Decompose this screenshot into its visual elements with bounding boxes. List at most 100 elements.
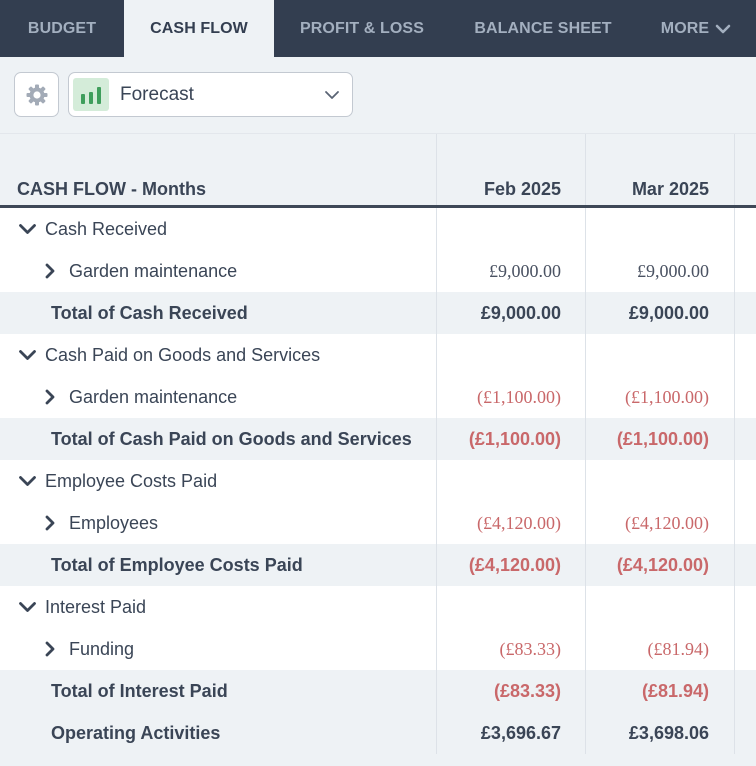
cell-feb-2025 [437, 586, 586, 628]
row-label: Cash Paid on Goods and Services [45, 344, 321, 365]
chevron-down-icon[interactable] [18, 474, 37, 488]
cell-mar-2025 [586, 334, 735, 376]
chevron-down-icon[interactable] [18, 222, 37, 236]
cell-overflow [735, 544, 756, 586]
cash-flow-table: CASH FLOW - Months Feb 2025 Mar 2025 Cas… [0, 133, 756, 754]
column-header-feb-2025: Feb 2025 [437, 134, 586, 205]
cell-overflow [735, 250, 756, 292]
chevron-down-icon[interactable] [18, 600, 37, 614]
section-row[interactable]: Cash Paid on Goods and Services [0, 334, 756, 376]
row-label: Interest Paid [45, 596, 147, 617]
cell-mar-2025: (£81.94) [586, 670, 735, 712]
tab-balance-sheet[interactable]: BALANCE SHEET [450, 0, 636, 57]
cell-mar-2025: £9,000.00 [586, 250, 735, 292]
row-label: Funding [69, 638, 135, 659]
cell-overflow [735, 208, 756, 250]
row-label-cell: Cash Paid on Goods and Services [0, 334, 437, 376]
cell-feb-2025: (£83.33) [437, 628, 586, 670]
section-row[interactable]: Interest Paid [0, 586, 756, 628]
cell-mar-2025: (£4,120.00) [586, 544, 735, 586]
header-label: CASH FLOW - Months [0, 134, 437, 205]
section-row[interactable]: Cash Received [0, 208, 756, 250]
gear-icon [26, 84, 47, 105]
report-tabs: BUDGET CASH FLOW PROFIT & LOSS BALANCE S… [0, 0, 756, 57]
cell-feb-2025: (£1,100.00) [437, 376, 586, 418]
row-label-cell: Garden maintenance [0, 250, 437, 292]
chevron-down-icon [715, 24, 731, 33]
row-label-cell: Total of Cash Received [0, 292, 437, 334]
tab-cash-flow[interactable]: CASH FLOW [124, 0, 274, 57]
cell-overflow [735, 460, 756, 502]
total-row: Total of Interest Paid (£83.33) (£81.94) [0, 670, 756, 712]
cell-overflow [735, 418, 756, 460]
row-label-cell: Total of Employee Costs Paid [0, 544, 437, 586]
cell-mar-2025 [586, 586, 735, 628]
tab-more-label: MORE [660, 19, 710, 37]
column-header-mar-2025: Mar 2025 [586, 134, 735, 205]
row-label: Total of Cash Paid on Goods and Services [51, 428, 412, 449]
cell-feb-2025 [437, 460, 586, 502]
bar-chart-icon [73, 78, 109, 111]
total-row: Total of Cash Paid on Goods and Services… [0, 418, 756, 460]
cell-mar-2025: (£81.94) [586, 628, 735, 670]
cell-feb-2025 [437, 334, 586, 376]
table-header: CASH FLOW - Months Feb 2025 Mar 2025 [0, 133, 756, 208]
tab-more[interactable]: MORE [636, 0, 756, 57]
chevron-right-icon[interactable] [44, 515, 56, 531]
table-row[interactable]: Funding (£83.33) (£81.94) [0, 628, 756, 670]
cell-feb-2025: £3,696.67 [437, 712, 586, 754]
tab-profit-loss-label: PROFIT & LOSS [300, 19, 424, 37]
cell-overflow [735, 292, 756, 334]
table-row[interactable]: Employees (£4,120.00) (£4,120.00) [0, 502, 756, 544]
cell-overflow [735, 502, 756, 544]
cell-feb-2025: £9,000.00 [437, 250, 586, 292]
row-label-cell: Garden maintenance [0, 376, 437, 418]
chevron-right-icon[interactable] [44, 641, 56, 657]
table-body: Cash Received Garden maintenance £9,000.00… [0, 208, 756, 754]
cell-mar-2025 [586, 460, 735, 502]
cell-mar-2025: £9,000.00 [586, 292, 735, 334]
cell-mar-2025: (£1,100.00) [586, 418, 735, 460]
settings-button[interactable] [14, 72, 59, 117]
chevron-down-icon [325, 90, 339, 99]
scenario-select[interactable]: Forecast [68, 72, 353, 117]
row-label: Total of Cash Received [51, 302, 248, 323]
cell-overflow [735, 670, 756, 712]
row-label-cell: Operating Activities [0, 712, 437, 754]
cell-mar-2025 [586, 208, 735, 250]
row-label-cell: Employee Costs Paid [0, 460, 437, 502]
row-label-cell: Employees [0, 502, 437, 544]
cell-overflow [735, 586, 756, 628]
row-label: Operating Activities [51, 722, 221, 743]
toolbar: Forecast [0, 57, 756, 133]
row-label-cell: Total of Interest Paid [0, 670, 437, 712]
row-label: Cash Received [45, 218, 168, 239]
cell-mar-2025: £3,698.06 [586, 712, 735, 754]
row-label-cell: Total of Cash Paid on Goods and Services [0, 418, 437, 460]
chevron-right-icon[interactable] [44, 389, 56, 405]
chevron-down-icon[interactable] [18, 348, 37, 362]
cell-overflow [735, 712, 756, 754]
table-row[interactable]: Garden maintenance £9,000.00 £9,000.00 [0, 250, 756, 292]
row-label-cell: Funding [0, 628, 437, 670]
row-label: Total of Employee Costs Paid [51, 554, 303, 575]
row-label-cell: Interest Paid [0, 586, 437, 628]
tab-profit-loss[interactable]: PROFIT & LOSS [274, 0, 450, 57]
total-row: Operating Activities £3,696.67 £3,698.06 [0, 712, 756, 754]
row-label: Employee Costs Paid [45, 470, 218, 491]
tab-budget-label: BUDGET [27, 19, 97, 37]
chevron-right-icon[interactable] [44, 263, 56, 279]
total-row: Total of Employee Costs Paid (£4,120.00)(… [0, 544, 756, 586]
row-label-cell: Cash Received [0, 208, 437, 250]
tab-balance-sheet-label: BALANCE SHEET [474, 19, 612, 37]
tab-budget[interactable]: BUDGET [0, 0, 124, 57]
row-label: Total of Interest Paid [51, 680, 228, 701]
section-row[interactable]: Employee Costs Paid [0, 460, 756, 502]
cell-feb-2025: (£4,120.00) [437, 544, 586, 586]
cell-feb-2025: (£1,100.00) [437, 418, 586, 460]
cell-overflow [735, 334, 756, 376]
cell-mar-2025: (£4,120.00) [586, 502, 735, 544]
row-label: Garden maintenance [69, 386, 238, 407]
table-row[interactable]: Garden maintenance (£1,100.00) (£1,100.00) [0, 376, 756, 418]
total-row: Total of Cash Received £9,000.00 £9,000.00 [0, 292, 756, 334]
